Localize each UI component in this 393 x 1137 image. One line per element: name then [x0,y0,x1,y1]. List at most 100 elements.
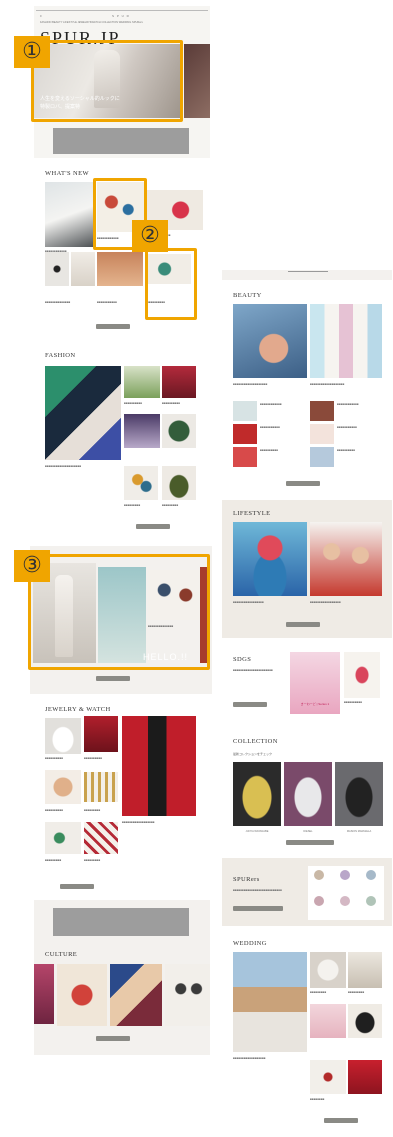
jewelry-text-1[interactable]: ■■■■■■■■■■ [45,756,81,760]
wedding-more-button[interactable] [324,1118,358,1123]
collection-label-2[interactable]: DIESEL [284,830,332,834]
wedding-img-4[interactable] [348,1004,382,1038]
jewelry-img-5[interactable] [45,822,81,854]
wedding-img-6[interactable] [348,1060,382,1094]
fashion-more-button[interactable] [136,524,170,529]
jewelry-img-1[interactable] [45,718,81,754]
sdgs-img-2[interactable] [344,652,380,698]
jewelry-main-text[interactable]: ■■■■■■■■■■■■■■■■■■ [122,820,194,824]
collection-more-button[interactable] [286,840,334,845]
jewelry-img-3[interactable] [45,770,81,804]
culture-img-1[interactable] [34,964,54,1024]
beauty-thumb-6[interactable] [310,447,334,467]
jewelry-img-2[interactable] [84,716,118,752]
fashion-thumb-1[interactable] [124,366,160,398]
collection-img-2[interactable] [284,762,332,826]
whats-new-img-4[interactable] [45,252,69,286]
fashion-thumb-3[interactable] [124,414,160,448]
hello-more-button[interactable] [96,676,130,681]
fashion-thumb-text-3[interactable]: ■■■■■■■■■ [124,503,158,507]
hero-next-slide[interactable] [184,44,210,118]
wedding-img-2[interactable] [348,952,382,988]
beauty-thumb-text-6[interactable]: ■■■■■■■■■■ [337,448,383,452]
culture-img-3[interactable] [110,964,162,1026]
jewelry-text-6[interactable]: ■■■■■■■■■ [84,858,118,862]
spurer-avatar-6[interactable] [366,896,376,906]
beauty-thumb-4[interactable] [310,424,334,444]
sdgs-text-2[interactable]: ■■■■■■■■■■ [344,700,380,704]
beauty-more-button[interactable] [286,481,320,486]
annotation-badge-1: ① [14,36,50,68]
wedding-img-3[interactable] [310,1004,346,1038]
spurers-desc[interactable]: ■■■■■■■■■■■■■■■■■■■■■■■■■■■ [233,888,301,892]
whats-new-more-button[interactable] [96,324,130,329]
beauty-product-text[interactable]: ■■■■■■■■■■■■■■■■■■■ [310,382,382,386]
beauty-thumb-2[interactable] [310,401,334,421]
fashion-thumb-6[interactable] [162,466,196,500]
fashion-thumb-5[interactable] [124,466,158,500]
wedding-text-3[interactable]: ■■■■■■■■ [310,1097,346,1101]
wedding-main-image[interactable] [233,952,307,1052]
culture-more-button[interactable] [96,1036,130,1041]
wedding-img-1[interactable] [310,952,346,988]
lifestyle-text-1[interactable]: ■■■■■■■■■■■■■■■■■ [233,600,305,604]
jewelry-img-4[interactable] [84,772,118,802]
beauty-thumb-3[interactable] [233,424,257,444]
fashion-thumb-2[interactable] [162,366,196,398]
whats-new-text-4[interactable]: ■■■■■■■■■■■■■■ [45,300,95,304]
fashion-thumb-4[interactable] [162,414,196,448]
beauty-main-text[interactable]: ■■■■■■■■■■■■■■■■■■■ [233,382,305,386]
sdgs-more-button[interactable] [233,702,267,707]
ad-banner-top[interactable] [53,128,189,154]
fashion-main-image[interactable] [45,366,121,460]
collection-label-3[interactable]: MAISON MARGIELA [335,830,383,834]
spurers-more-button[interactable] [233,906,283,911]
header-nav[interactable]: FASHION BEAUTY LIFESTYLE JEWELRY&WATCH C… [40,21,208,25]
jewelry-text-4[interactable]: ■■■■■■■■■ [84,808,118,812]
beauty-thumb-text-2[interactable]: ■■■■■■■■■■■■ [337,402,383,406]
whats-new-text-5[interactable]: ■■■■■■■■■■■ [97,300,143,304]
spurer-avatar-4[interactable] [314,896,324,906]
fashion-thumb-text-1[interactable]: ■■■■■■■■■■ [124,401,158,405]
collection-label-1[interactable]: JUNYA WATANABE [233,830,281,834]
lifestyle-img-1[interactable] [233,522,307,596]
wedding-img-5[interactable] [310,1060,346,1094]
jewelry-text-3[interactable]: ■■■■■■■■■■ [45,808,81,812]
whats-new-img-6[interactable] [97,252,143,286]
spurer-avatar-2[interactable] [340,870,350,880]
ad-banner-culture[interactable] [53,908,189,936]
fashion-main-text[interactable]: ■■■■■■■■■■■■■■■■■■■■ [45,464,117,468]
jewelry-img-6[interactable] [84,822,118,854]
fashion-thumb-text-2[interactable]: ■■■■■■■■■■ [162,401,196,405]
collection-img-3[interactable] [335,762,383,826]
jewelry-text-2[interactable]: ■■■■■■■■■■ [84,756,118,760]
spurer-avatar-5[interactable] [340,896,350,906]
culture-img-2[interactable] [57,964,107,1026]
beauty-thumb-1[interactable] [233,401,257,421]
header-utility-left[interactable]: ≡ [40,14,60,18]
beauty-thumb-5[interactable] [233,447,257,467]
beauty-main-image[interactable] [233,304,307,378]
beauty-thumb-text-1[interactable]: ■■■■■■■■■■■■ [260,402,306,406]
sdgs-desc[interactable]: ■■■■■■■■■■■■■■■■■■■■■■ [233,668,285,672]
whats-new-img-5[interactable] [71,252,95,286]
wedding-text-1[interactable]: ■■■■■■■■■ [310,990,346,994]
whats-new-img-1[interactable] [45,182,95,247]
beauty-product-image[interactable] [310,304,382,378]
lifestyle-more-button[interactable] [286,622,320,627]
spurer-avatar-1[interactable] [314,870,324,880]
wedding-main-text[interactable]: ■■■■■■■■■■■■■■■■■■ [233,1056,305,1060]
fashion-thumb-text-4[interactable]: ■■■■■■■■■ [162,503,196,507]
beauty-thumb-text-3[interactable]: ■■■■■■■■■■■ [260,425,306,429]
wedding-text-2[interactable]: ■■■■■■■■■ [348,990,382,994]
beauty-thumb-text-4[interactable]: ■■■■■■■■■■■ [337,425,383,429]
lifestyle-text-2[interactable]: ■■■■■■■■■■■■■■■■■ [310,600,382,604]
collection-img-1[interactable] [233,762,281,826]
lifestyle-img-2[interactable] [310,522,382,596]
beauty-thumb-text-5[interactable]: ■■■■■■■■■■ [260,448,306,452]
jewelry-text-5[interactable]: ■■■■■■■■■ [45,858,81,862]
spurer-avatar-3[interactable] [366,870,376,880]
jewelry-more-button[interactable] [60,884,94,889]
jewelry-main-image[interactable] [122,716,196,816]
culture-img-4[interactable] [165,964,210,1026]
